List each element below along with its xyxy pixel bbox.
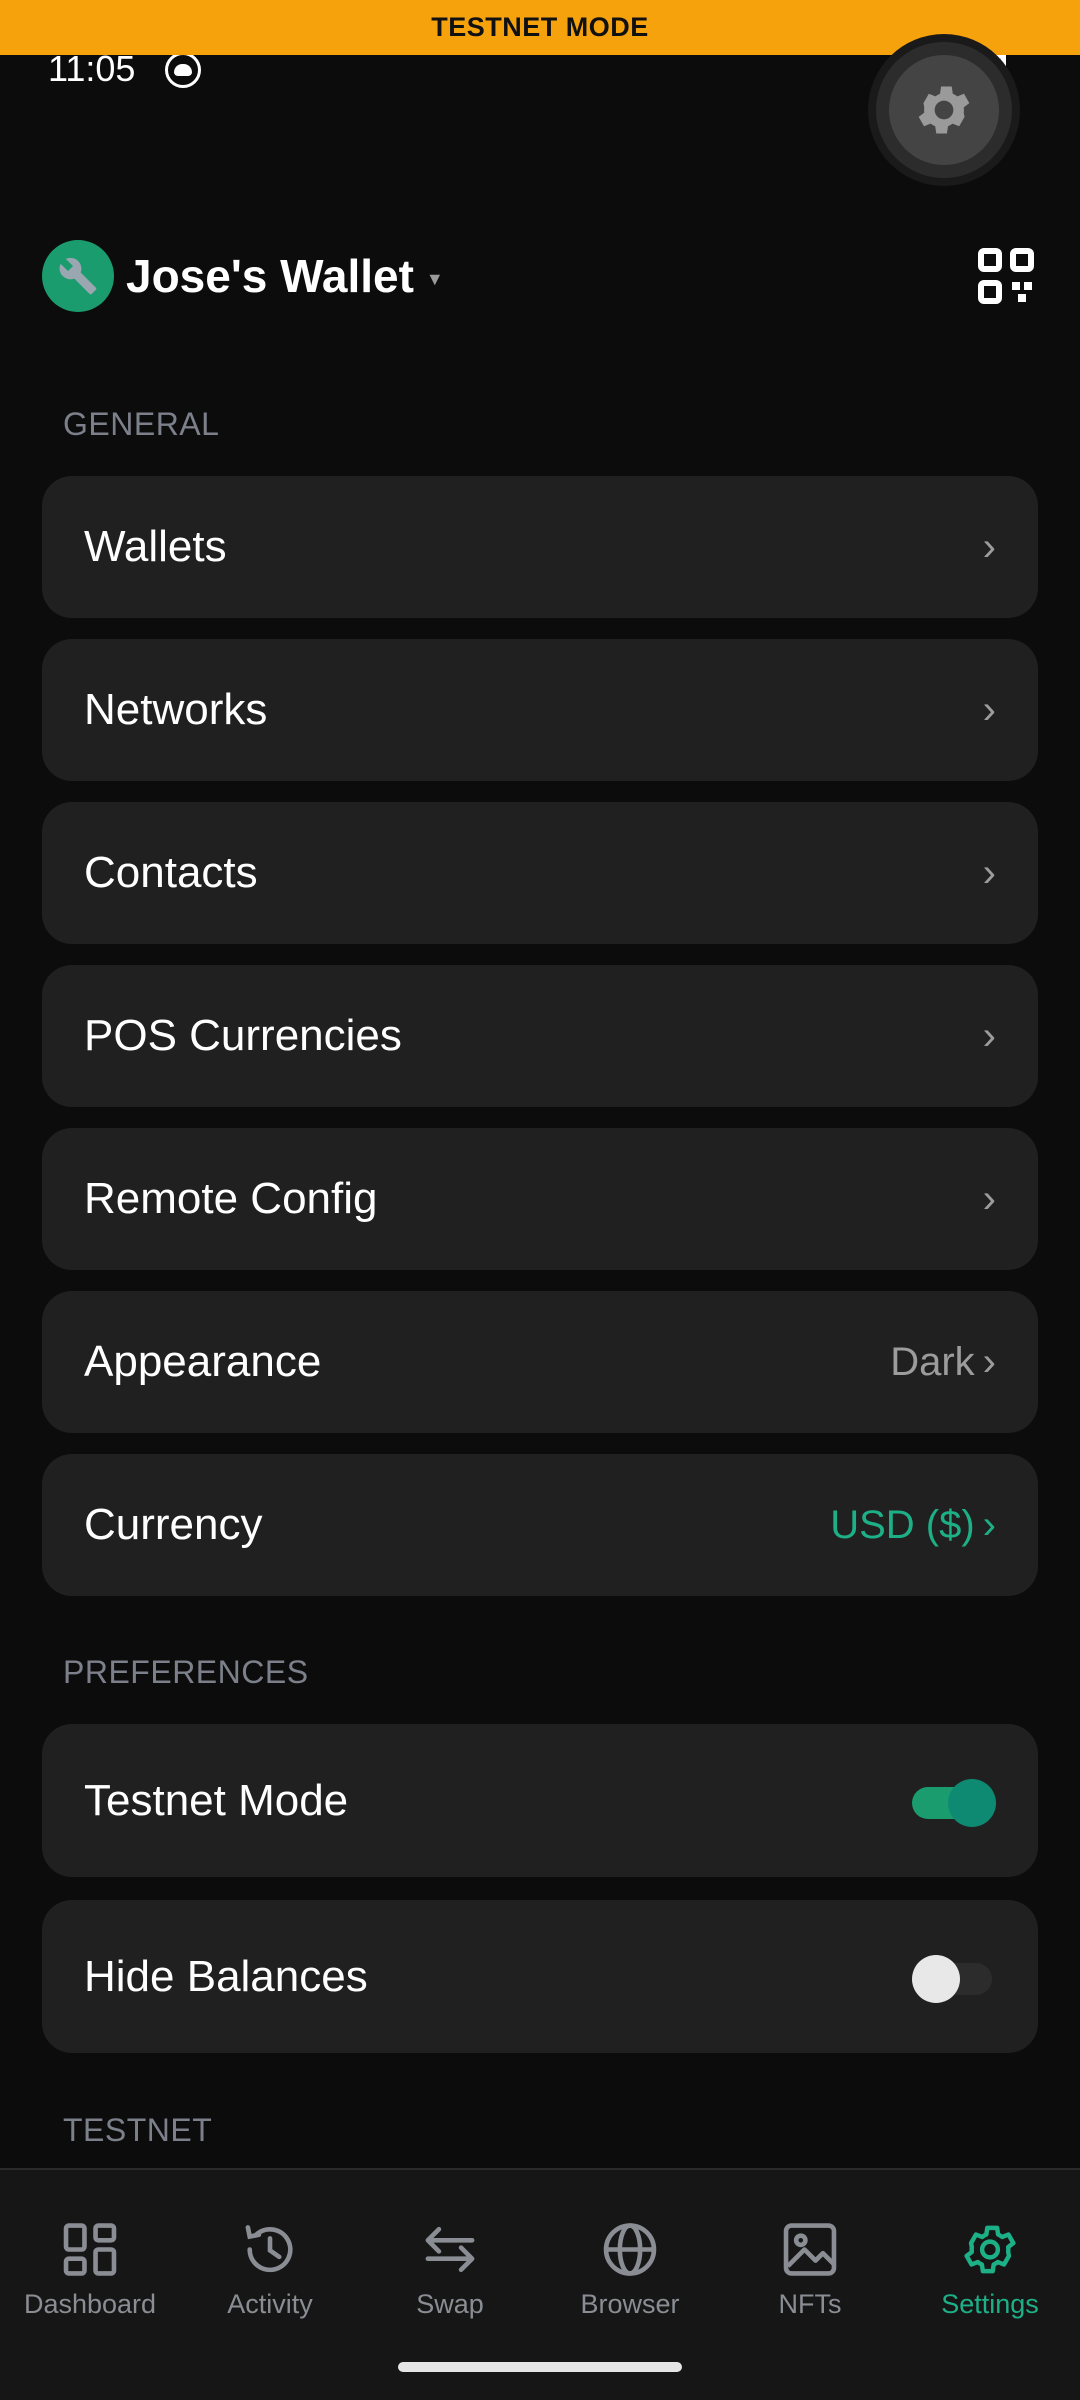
hide-balances-toggle[interactable] (912, 1954, 996, 2003)
row-label: Wallets (84, 522, 227, 571)
settings-row-wallets[interactable]: Wallets › (42, 476, 1038, 618)
wallet-selector[interactable]: Jose's Wallet ▼ (42, 240, 444, 312)
wallet-avatar (42, 240, 114, 312)
nav-swap[interactable]: Swap (360, 2170, 540, 2320)
globe-icon (603, 2223, 657, 2276)
nav-label: NFTs (778, 2289, 842, 2319)
section-label-general: GENERAL (63, 406, 220, 442)
gear-icon (918, 86, 970, 134)
chevron-right-icon: › (982, 1502, 996, 1547)
nav-settings[interactable]: Settings (900, 2170, 1080, 2320)
settings-row-remote-config[interactable]: Remote Config › (42, 1128, 1038, 1270)
settings-row-pos-currencies[interactable]: POS Currencies › (42, 965, 1038, 1107)
chevron-right-icon: › (982, 850, 996, 895)
nav-label: Dashboard (23, 2289, 157, 2319)
row-label: Appearance (84, 1337, 322, 1386)
swap-icon (425, 2226, 475, 2273)
appearance-value: Dark (890, 1339, 975, 1384)
wallet-name: Jose's Wallet (126, 250, 414, 302)
gear-icon (964, 2225, 1016, 2274)
history-icon (245, 2225, 293, 2273)
nav-label: Swap (416, 2289, 484, 2319)
image-icon (783, 2223, 837, 2276)
row-label: Testnet Mode (84, 1775, 349, 1825)
chevron-down-icon: ▼ (425, 268, 444, 289)
nav-dashboard[interactable]: Dashboard (0, 2170, 180, 2320)
row-label: Hide Balances (84, 1951, 368, 2001)
nav-nfts[interactable]: NFTs (720, 2170, 900, 2320)
chevron-right-icon: › (982, 1339, 996, 1384)
nav-label: Settings (941, 2289, 1039, 2319)
settings-row-hide-balances: Hide Balances (42, 1900, 1038, 2053)
home-indicator[interactable] (398, 2362, 682, 2372)
floating-settings-button[interactable] (876, 42, 1012, 178)
row-label: Currency (84, 1500, 263, 1549)
section-label-preferences: PREFERENCES (63, 1654, 309, 1690)
wrench-icon (59, 257, 97, 295)
row-label: Contacts (84, 848, 258, 897)
nav-activity[interactable]: Activity (180, 2170, 360, 2320)
section-label-testnet: TESTNET (63, 2112, 213, 2148)
currency-value: USD ($) (830, 1502, 975, 1547)
chevron-right-icon: › (982, 687, 996, 732)
settings-row-testnet-mode: Testnet Mode (42, 1724, 1038, 1877)
qr-code-icon (978, 248, 1034, 304)
qr-code-button[interactable] (978, 248, 1034, 304)
chevron-right-icon: › (982, 1013, 996, 1058)
row-label: Remote Config (84, 1174, 378, 1223)
nav-label: Activity (227, 2289, 313, 2319)
testnet-mode-toggle[interactable] (912, 1778, 996, 1827)
nav-label: Browser (580, 2289, 680, 2319)
settings-row-contacts[interactable]: Contacts › (42, 802, 1038, 944)
notification-icon (165, 52, 201, 88)
settings-row-appearance[interactable]: Appearance Dark › (42, 1291, 1038, 1433)
testnet-banner-text: TESTNET MODE (431, 12, 649, 42)
chevron-right-icon: › (982, 1176, 996, 1221)
settings-row-currency[interactable]: Currency USD ($) › (42, 1454, 1038, 1596)
settings-row-networks[interactable]: Networks › (42, 639, 1038, 781)
chevron-right-icon: › (982, 524, 996, 569)
dashboard-icon (63, 2223, 117, 2276)
nav-browser[interactable]: Browser (540, 2170, 720, 2320)
row-label: Networks (84, 685, 268, 734)
row-label: POS Currencies (84, 1011, 402, 1060)
